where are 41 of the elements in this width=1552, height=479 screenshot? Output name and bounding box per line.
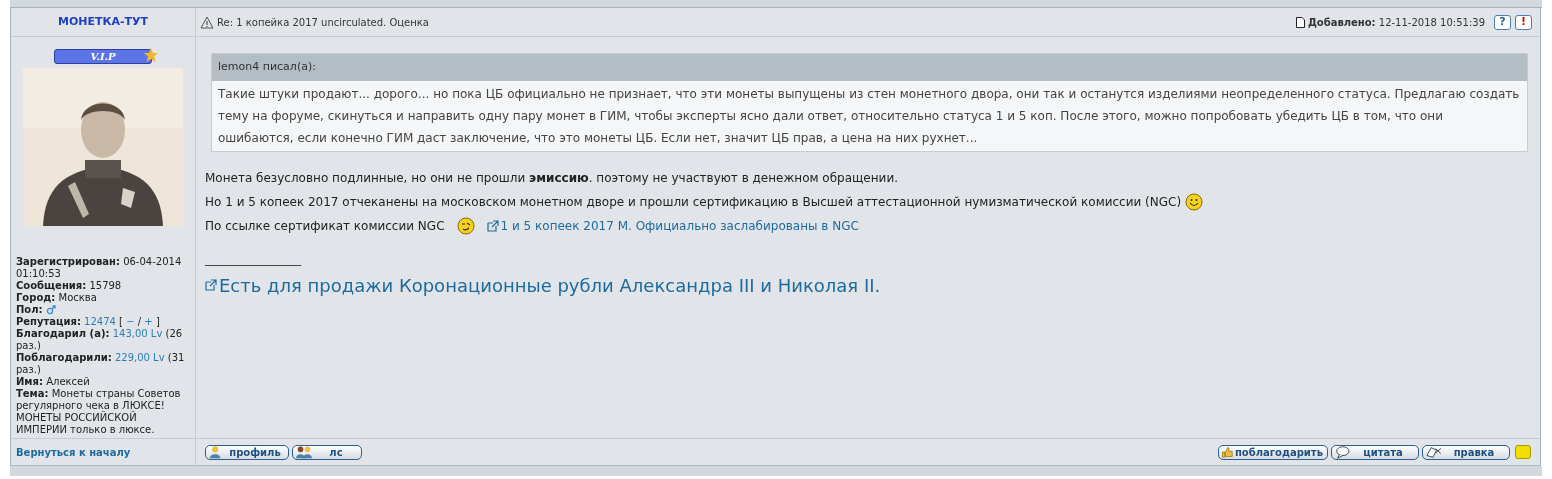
thanks-button[interactable]: поблагодарить	[1218, 444, 1328, 460]
message-line: По ссылке сертификат комиссии NGC	[205, 217, 445, 235]
external-link-icon	[486, 219, 499, 232]
message-line: Но 1 и 5 копеек 2017 отчеканены на московском монетном дворе и прошли сертификацию в Высшей аттестационной нумизматической комиссии (NGC)	[205, 193, 1182, 211]
paper-scissors-icon	[1425, 445, 1441, 459]
message-line: Монета безусловно подлинные, но они не прошли эмиссию. поэтому не участвуют в денежном обращении.	[205, 169, 898, 187]
author-name[interactable]: МОНЕТКА-ТУТ	[57, 13, 149, 31]
quote-author: lemon4 писал(а):	[212, 54, 1527, 81]
report-button[interactable]: !	[1515, 14, 1532, 30]
status-indicator	[1515, 445, 1531, 459]
quote-button[interactable]: цитата	[1331, 444, 1419, 460]
document-icon	[1295, 16, 1305, 28]
post-date: Добавлено: 12-11-2018 10:51:39	[1307, 15, 1485, 30]
profile-field: Репутация: 12474 [ − / + ]	[16, 316, 190, 328]
post-subject: Re: 1 копейка 2017 uncirculated. Оценка	[217, 15, 429, 30]
profile-field: Город: Москва	[16, 292, 190, 304]
help-button[interactable]: ?	[1494, 14, 1511, 30]
profile-field: Тема: Монеты страны Советов регулярного чека в ЛЮКСЕ! МОНЕТЫ РОССИЙСКОЙ ИМПЕРИИ только в люксе.	[16, 388, 190, 436]
profile-field: Сообщения: 15798	[16, 280, 190, 292]
signature-link[interactable]: Есть для продажи Коронационные рубли Александра III и Николая II.	[219, 271, 881, 299]
profile-button[interactable]: профиль	[205, 444, 289, 460]
users-icon	[295, 445, 313, 459]
profile-field: Зарегистрирован: 06-04-2014 01:10:53	[16, 256, 190, 280]
pm-button[interactable]: лс	[292, 444, 362, 460]
warning-icon	[200, 15, 214, 29]
profile-field: Поблагодарили: 229,00 Lv (31 раз.)	[16, 352, 190, 376]
profile-field: Благодарил (а): 143,00 Lv (26 раз.)	[16, 328, 190, 352]
male-icon	[45, 305, 56, 315]
speech-bubble-icon	[1334, 445, 1350, 459]
thumbs-up-icon	[1221, 445, 1233, 459]
profile-field: Пол:	[16, 304, 190, 316]
back-to-top-link[interactable]: Вернуться к началу	[16, 444, 131, 460]
profile-field: Имя: Алексей	[16, 376, 190, 388]
edit-button[interactable]: правка	[1422, 444, 1510, 460]
certificate-link[interactable]: 1 и 5 копеек 2017 М. Официально заслабированы в NGC	[500, 216, 859, 235]
signature-rule: ________________	[205, 251, 302, 266]
smiley-icon	[1185, 192, 1204, 211]
star-icon	[143, 47, 159, 63]
quote-text: Такие штуки продают... дорого... но пока ЦБ официально не признает, что эти монеты выпущены из стен монетного двора, они так и останутся изделиями неопределенного статуса. Предлагаю создать тему на форуме, скинуться и направить одну пару монет в ГИМ, чтобы эксперты ясно дали ответ, относительно статуса 1 и 5 коп. После этого, можно попробовать убедить ЦБ в том, что они ошибаются, если конечно ГИМ даст заключение, что это монеты ЦБ. Если нет, значит ЦБ прав, а цена на них рухнет...	[212, 80, 1527, 151]
smiley-icon	[456, 216, 475, 235]
external-link-icon	[205, 279, 217, 291]
